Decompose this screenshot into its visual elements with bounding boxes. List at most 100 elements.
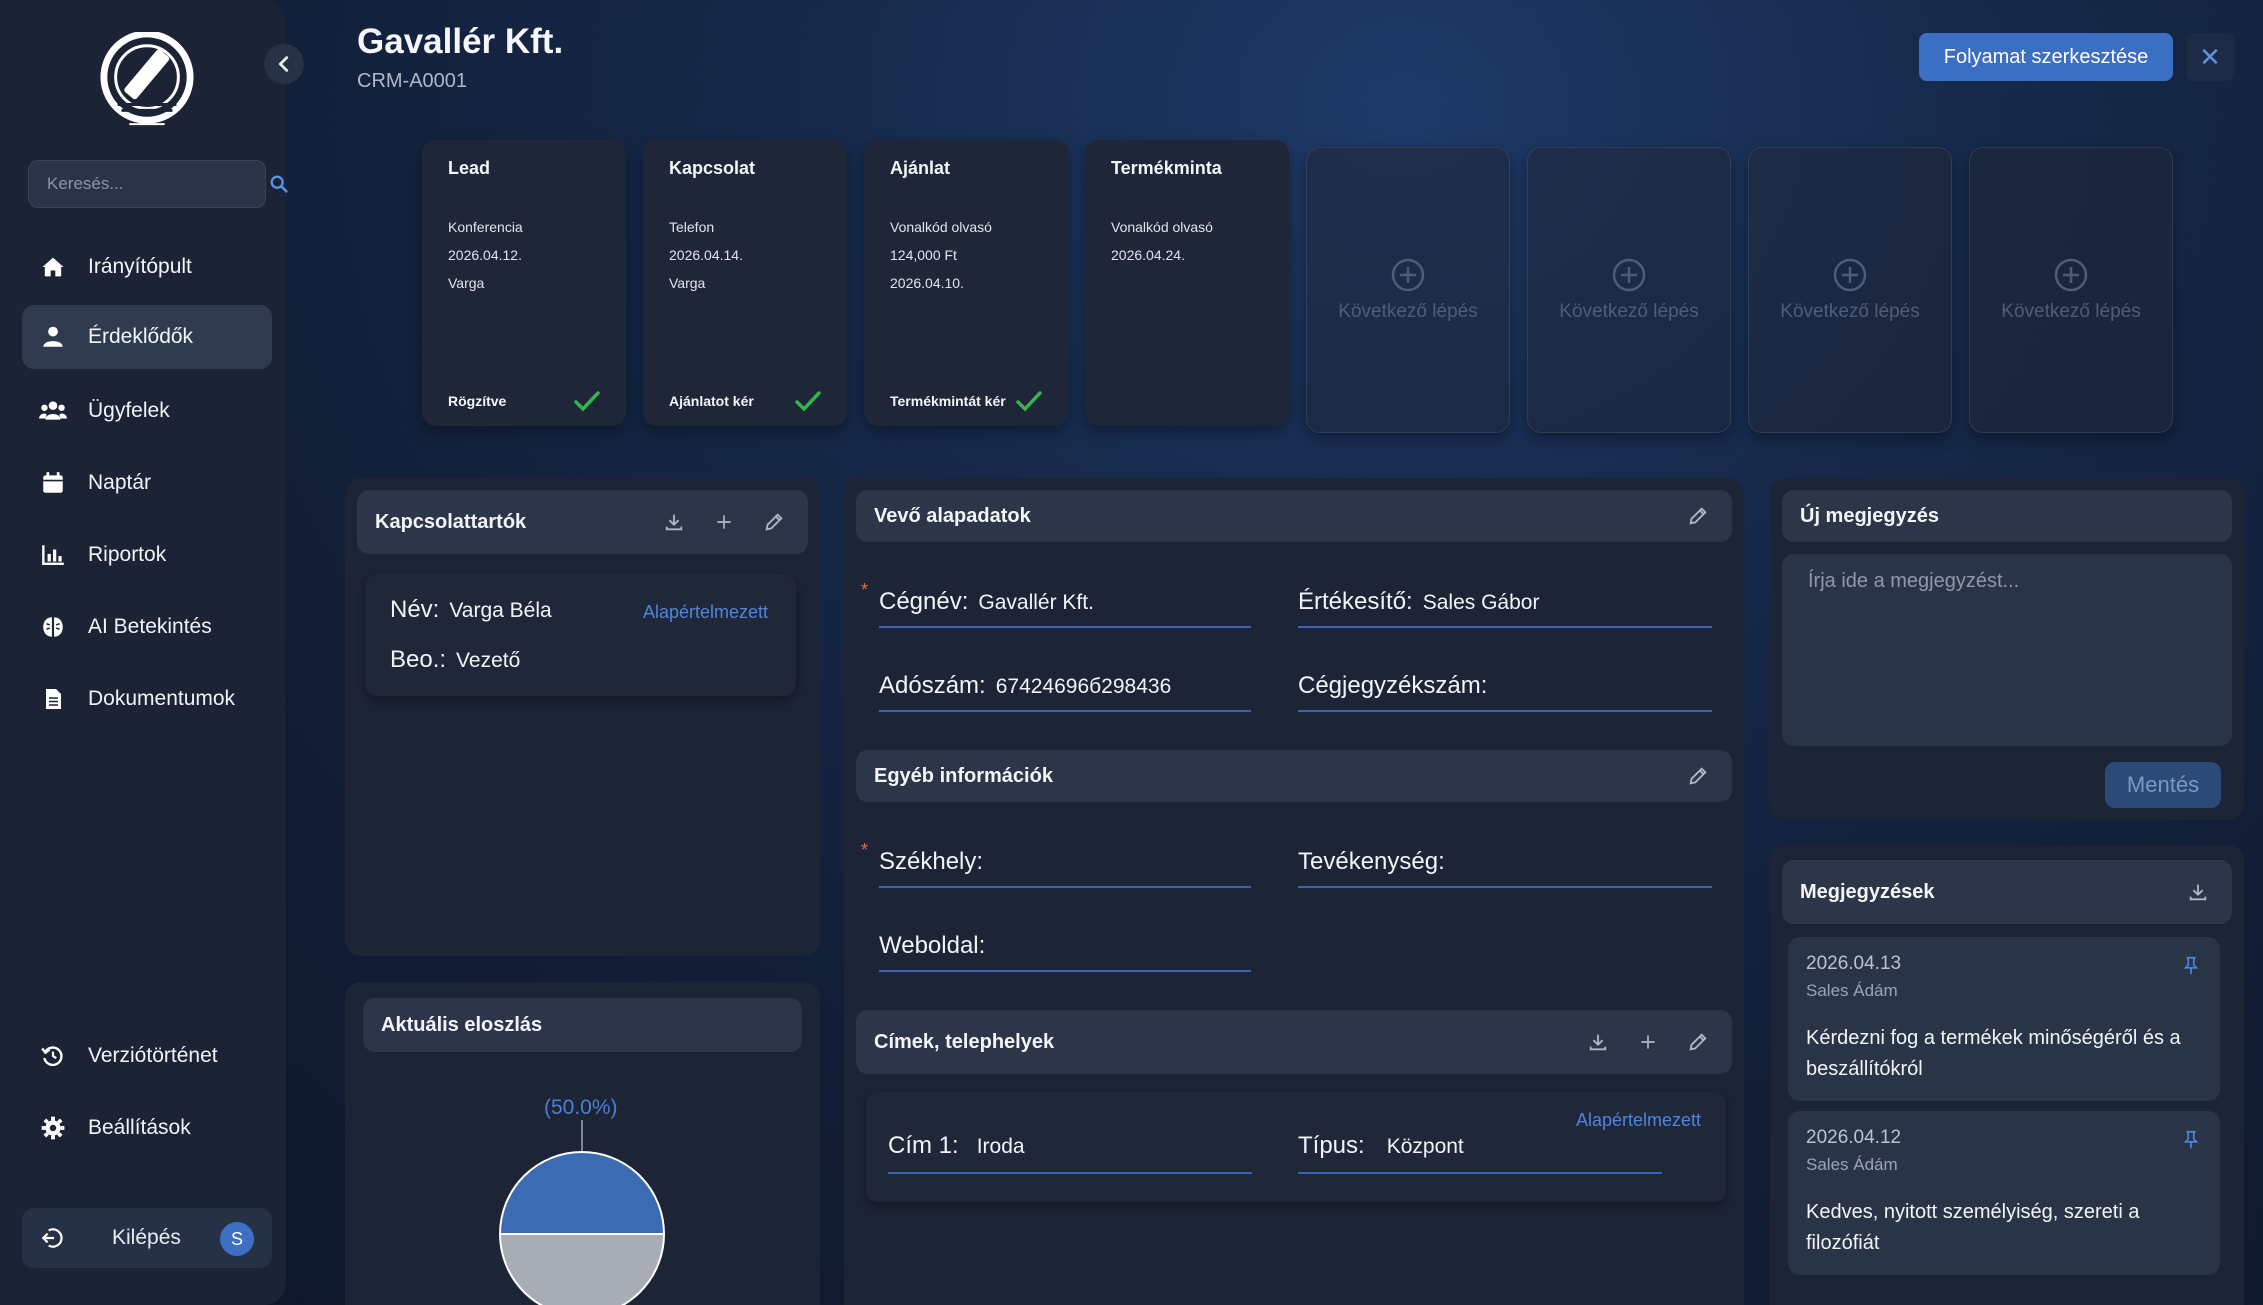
sidebar-item-version-history[interactable]: Verziótörténet: [22, 1024, 272, 1088]
sidebar-item-leads[interactable]: Érdeklődők: [22, 305, 272, 369]
field-underline: [879, 710, 1251, 712]
address-value: Iroda: [976, 1135, 1025, 1158]
plus-icon[interactable]: [1632, 1026, 1664, 1058]
stage-title: Kapcsolat: [669, 158, 756, 178]
next-step-card[interactable]: Következő lépés: [1306, 147, 1510, 433]
stage-status: Ajánlatot kér: [669, 393, 754, 409]
field-underline: [888, 1172, 1252, 1174]
field-label: Név:: [390, 596, 440, 623]
next-step-card[interactable]: Következő lépés: [1969, 147, 2173, 433]
pin-icon[interactable]: [2180, 955, 2202, 977]
contacts-title: Kapcsolattartók: [375, 510, 527, 533]
collapse-sidebar-button[interactable]: [264, 44, 304, 84]
basic-data-title: Vevő alapadatok: [874, 504, 1031, 527]
stage-detail: Telefon: [669, 219, 715, 235]
addresses-header: Címek, telephelyek: [856, 1010, 1732, 1074]
salesperson-value: Sales Gábor: [1422, 591, 1540, 614]
registration-number-field[interactable]: Cégjegyzékszám:: [1298, 672, 1497, 700]
address-card[interactable]: Alapértelmezett Cím 1: Iroda Típus: Közpon…: [866, 1092, 1726, 1202]
stage-status: Rögzítve: [448, 393, 507, 409]
document-icon: [38, 684, 68, 714]
stage-card-sample[interactable]: Termékminta Vonalkód olvasó 2026.04.24.: [1085, 140, 1289, 426]
sidebar-item-label: Riportok: [88, 543, 167, 566]
plus-circle-icon: [1833, 258, 1867, 292]
note-item[interactable]: 2026.04.12 Sales Ádám Kedves, nyitott sz…: [1788, 1111, 2220, 1275]
sidebar-item-settings[interactable]: Beállítások: [22, 1096, 272, 1160]
salesperson-field[interactable]: Értékesítő: Sales Gábor: [1298, 588, 1539, 616]
sidebar-item-label: Beállítások: [88, 1116, 191, 1139]
next-step-card[interactable]: Következő lépés: [1527, 147, 1731, 433]
new-note-title: Új megjegyzés: [1800, 504, 1939, 527]
search-icon[interactable]: [268, 173, 290, 195]
avatar[interactable]: S: [220, 1222, 254, 1256]
activity-field[interactable]: Tevékenység:: [1298, 848, 1445, 876]
note-textarea[interactable]: [1782, 554, 2232, 746]
note-author: Sales Ádám: [1806, 1155, 1898, 1174]
stage-card-contact[interactable]: Kapcsolat Telefon 2026.04.14. Varga Aján…: [643, 140, 847, 426]
company-name-value: Gavallér Kft.: [978, 591, 1094, 614]
field-underline: [879, 886, 1251, 888]
headquarters-field[interactable]: Székhely:: [879, 848, 983, 876]
company-name-field[interactable]: Cégnév: Gavallér Kft.: [879, 588, 1094, 616]
edit-icon[interactable]: [758, 506, 790, 538]
stage-title: Ajánlat: [890, 158, 951, 178]
edit-icon[interactable]: [1682, 760, 1714, 792]
sidebar-item-reports[interactable]: Riportok: [22, 523, 272, 587]
edit-icon[interactable]: [1682, 1026, 1714, 1058]
field-underline: [879, 626, 1251, 628]
sidebar-item-ai-insights[interactable]: AI Betekintés: [22, 595, 272, 659]
sidebar-item-documents[interactable]: Dokumentumok: [22, 667, 272, 731]
download-icon[interactable]: [1582, 1026, 1614, 1058]
contact-card[interactable]: Név: Varga Béla Beo.: Vezető Alapértelmeze…: [365, 574, 796, 696]
save-note-button[interactable]: Mentés: [2105, 762, 2221, 808]
note-date: 2026.04.12: [1806, 1127, 1902, 1148]
contact-name: Varga Béla: [449, 599, 552, 622]
address-type-field: Típus: Központ: [1298, 1132, 1464, 1160]
default-badge[interactable]: Alapértelmezett: [643, 602, 768, 623]
plus-circle-icon: [1612, 258, 1646, 292]
notes-header: Megjegyzések: [1782, 860, 2232, 924]
addresses-title: Címek, telephelyek: [874, 1030, 1055, 1053]
field-underline: [1298, 886, 1712, 888]
stage-detail: 2026.04.24.: [1111, 247, 1185, 263]
next-step-card[interactable]: Következő lépés: [1748, 147, 1952, 433]
home-icon: [38, 252, 68, 282]
contacts-header: Kapcsolattartók: [357, 490, 808, 554]
stage-card-offer[interactable]: Ajánlat Vonalkód olvasó 124,000 Ft 2026.…: [864, 140, 1068, 426]
page-title: Gavallér Kft.: [357, 22, 564, 61]
edit-process-button[interactable]: Folyamat szerkesztése: [1919, 33, 2173, 81]
download-icon[interactable]: [658, 506, 690, 538]
note-text: Kérdezni fog a termékek minőségéről és a…: [1806, 1027, 2181, 1080]
bar-chart-icon: [38, 540, 68, 570]
sidebar-item-calendar[interactable]: Naptár: [22, 451, 272, 515]
default-badge[interactable]: Alapértelmezett: [1576, 1110, 1701, 1131]
edit-icon[interactable]: [1682, 500, 1714, 532]
field-label: Székhely:: [879, 848, 984, 875]
download-icon[interactable]: [2182, 876, 2214, 908]
note-item[interactable]: 2026.04.13 Sales Ádám Kérdezni fog a ter…: [1788, 937, 2220, 1101]
note-author: Sales Ádám: [1806, 981, 1898, 1000]
new-note-header: Új megjegyzés: [1782, 490, 2232, 542]
sidebar-item-dashboard[interactable]: Irányítópult: [22, 235, 272, 299]
field-underline: [1298, 710, 1712, 712]
website-field[interactable]: Weboldal:: [879, 932, 985, 960]
tax-number-field[interactable]: Adószám: 67424696б298436: [879, 672, 1171, 700]
pie-slice[interactable]: [498, 1151, 666, 1235]
close-button[interactable]: ✕: [2186, 33, 2234, 81]
stage-card-lead[interactable]: Lead Konferencia 2026.04.12. Varga Rögzí…: [422, 140, 626, 426]
pie-percent-label: (50.0%): [544, 1096, 618, 1119]
field-underline: [1298, 1172, 1662, 1174]
plus-icon[interactable]: [708, 506, 740, 538]
field-underline: [879, 970, 1251, 972]
logout-icon: [38, 1223, 68, 1253]
pin-icon[interactable]: [2180, 1129, 2202, 1151]
field-label: Értékesítő:: [1298, 588, 1413, 615]
notes-title: Megjegyzések: [1800, 880, 1935, 903]
logout-button[interactable]: Kilépés S: [22, 1208, 272, 1268]
field-underline: [1298, 626, 1712, 628]
sidebar-item-clients[interactable]: Ügyfelek: [22, 379, 272, 443]
field-label: Beo.:: [390, 646, 447, 673]
pie-slice[interactable]: [498, 1233, 666, 1305]
search-input[interactable]: [47, 174, 268, 194]
basic-data-header: Vevő alapadatok: [856, 490, 1732, 542]
